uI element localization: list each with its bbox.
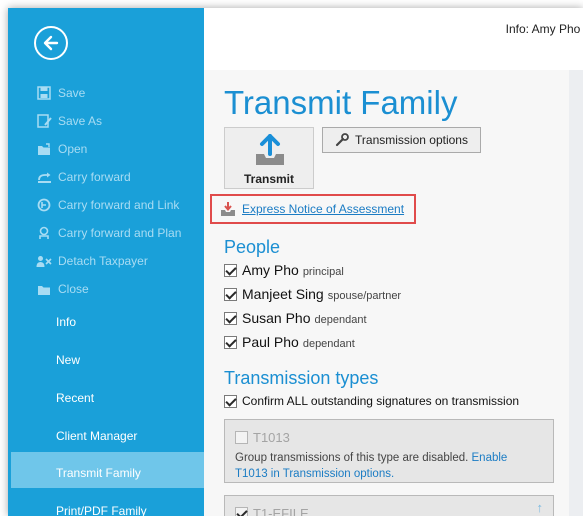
detach-taxpayer-label: Detach Taxpayer [58,254,148,268]
close-label: Close [58,282,89,296]
carry-forward-plan-command[interactable]: Carry forward and Plan [36,222,181,244]
app-window: Save Save As Open Carry forward Carry fo… [8,8,583,516]
person-name: Susan Pho [242,310,311,326]
carry-forward-icon [36,169,52,185]
t1013-header: T1013 [235,430,290,445]
person-checkbox[interactable] [224,263,237,277]
person-checkbox[interactable] [224,335,237,349]
carry-forward-command[interactable]: Carry forward [36,166,131,188]
page-title: Transmit Family [224,84,458,121]
back-button[interactable] [34,26,68,60]
person-checkbox[interactable] [224,287,237,301]
t1-efile-group: T1-EFILE ↑ [224,495,554,516]
transmit-label: Transmit [243,172,294,186]
t1013-disabled-text: Group transmissions of this type are dis… [235,452,469,464]
carry-forward-label: Carry forward [58,170,131,184]
confirm-signatures-checkbox[interactable] [224,394,237,408]
nav-client-manager[interactable]: Client Manager [56,429,137,443]
back-arrow-icon [43,35,59,51]
person-manjeet-sing[interactable]: Manjeet Sing spouse/partner [224,286,401,302]
person-checkbox[interactable] [224,311,237,325]
nav-transmit-family[interactable]: Transmit Family [56,466,141,480]
person-name: Paul Pho [242,334,299,350]
transmit-button[interactable]: Transmit [224,127,314,189]
transmission-types-heading: Transmission types [224,368,379,388]
t1013-title: T1013 [253,430,290,445]
people-heading: People [224,237,281,257]
person-amy-pho[interactable]: Amy Pho principal [224,262,344,278]
close-folder-icon [36,281,52,297]
carry-forward-plan-icon [36,225,52,241]
person-name: Amy Pho [242,262,299,278]
open-folder-icon [36,141,52,157]
confirm-signatures-option[interactable]: Confirm ALL outstanding signatures on tr… [224,394,519,408]
confirm-signatures-label: Confirm ALL outstanding signatures on tr… [242,394,520,408]
t1-efile-checkbox[interactable] [235,507,248,516]
person-susan-pho[interactable]: Susan Pho dependant [224,310,367,326]
person-role: principal [302,266,344,278]
backstage-sidebar: Save Save As Open Carry forward Carry fo… [8,8,204,516]
t1-efile-title: T1-EFILE [253,506,309,516]
person-role: dependant [302,338,355,350]
detach-taxpayer-command[interactable]: Detach Taxpayer [36,250,148,272]
main-panel: Info: Amy Pho 20 Transmit Family Transmi… [204,8,583,516]
top-bar: Info: Amy Pho 20 [204,8,583,70]
save-label: Save [58,86,86,100]
person-paul-pho[interactable]: Paul Pho dependant [224,334,355,350]
person-name: Manjeet Sing [242,286,324,302]
save-as-command[interactable]: Save As [36,110,102,132]
person-role: spouse/partner [327,290,402,302]
open-label: Open [58,142,88,156]
express-noa-label: Express Notice of Assessment [242,202,405,216]
express-noa-link[interactable]: Express Notice of Assessment [220,201,404,217]
t1013-checkbox[interactable] [235,431,248,444]
info-text: Info: Amy Pho 20 [505,22,583,36]
nav-info[interactable]: Info [56,315,76,329]
t1013-description: Group transmissions of this type are dis… [235,450,535,482]
save-command[interactable]: Save [36,82,85,104]
transmission-options-label: Transmission options [355,133,468,147]
vertical-scrollbar[interactable] [569,70,583,516]
transmit-upload-icon [256,134,284,165]
carry-forward-plan-label: Carry forward and Plan [58,226,182,240]
close-command[interactable]: Close [36,278,89,300]
nav-print-pdf-family[interactable]: Print/PDF Family [56,504,147,516]
nav-recent[interactable]: Recent [56,391,94,405]
save-as-icon [36,113,52,129]
detach-taxpayer-icon [36,253,52,269]
nav-new[interactable]: New [56,353,80,367]
save-as-label: Save As [58,114,103,128]
download-tray-icon [221,202,235,216]
collapse-arrow-icon[interactable]: ↑ [537,500,544,515]
transmission-options-button[interactable]: Transmission options [322,127,481,153]
wrench-icon [335,133,349,147]
person-role: dependant [314,314,367,326]
save-icon [36,85,52,101]
carry-forward-link-icon [36,197,52,213]
carry-forward-link-command[interactable]: Carry forward and Link [36,194,179,216]
open-command[interactable]: Open [36,138,87,160]
carry-forward-link-label: Carry forward and Link [58,198,180,212]
t1013-group: T1013 Group transmissions of this type a… [224,419,554,483]
t1-efile-header: T1-EFILE [235,506,309,516]
